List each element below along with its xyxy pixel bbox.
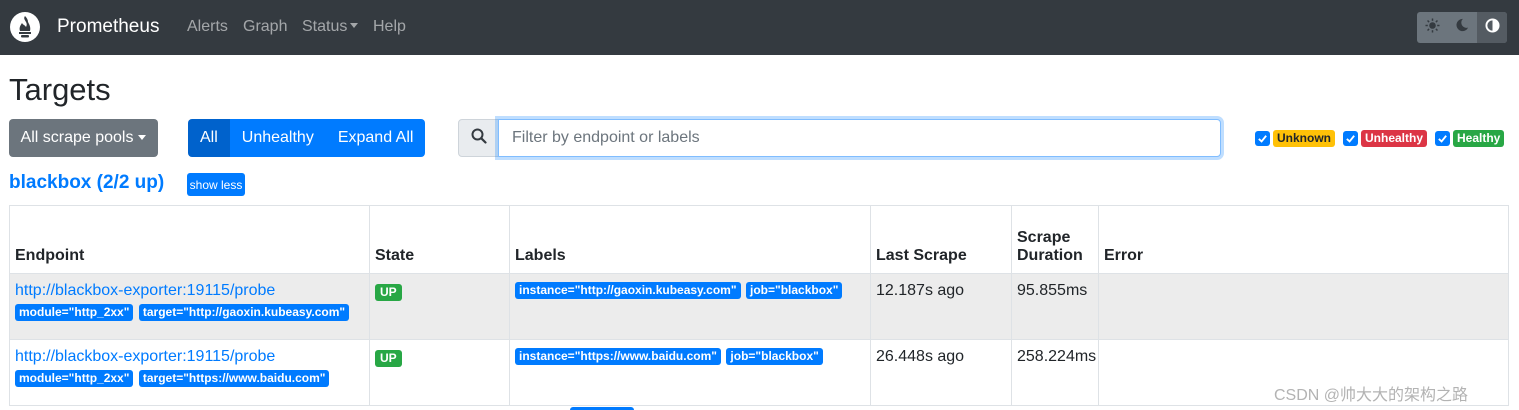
expand-all-button[interactable]: Expand All (325, 119, 426, 157)
chevron-down-icon (138, 134, 147, 140)
last-scrape-cell: 26.448s ago (870, 339, 1012, 406)
search-input[interactable] (498, 119, 1221, 157)
search-addon (458, 119, 499, 157)
targets-table: Endpoint State Labels Last Scrape Scrape… (9, 205, 1509, 406)
watermark: CSDN @帅大大的架构之路 (1274, 387, 1469, 404)
labels-cell: instance="https://www.baidu.com" job="bl… (509, 339, 871, 406)
table-header-row: Endpoint State Labels Last Scrape Scrape… (9, 205, 1509, 274)
label-badge: instance="http://gaoxin.kubeasy.com" (515, 282, 741, 299)
label-badge: instance="https://www.baidu.com" (515, 348, 721, 365)
auto-theme-button[interactable] (1477, 12, 1507, 43)
endpoint-param-badge: target="http://gaoxin.kubeasy.com" (138, 304, 350, 321)
endpoint-link[interactable]: http://blackbox-exporter:19115/probe (15, 281, 364, 300)
filter-unhealthy-button[interactable]: Unhealthy (229, 119, 326, 157)
unhealthy-badge: Unhealthy (1361, 130, 1428, 147)
filter-button-group: All Unhealthy Expand All (188, 119, 426, 157)
endpoint-cell: http://blackbox-exporter:19115/probe mod… (9, 339, 370, 406)
unknown-badge: Unknown (1273, 130, 1335, 147)
endpoint-cell: http://blackbox-exporter:19115/probe mod… (9, 273, 370, 340)
top-navbar: Prometheus Alerts Graph Status Help (0, 0, 1519, 55)
error-cell (1098, 273, 1509, 340)
label-badge: job="blackbox" (746, 282, 843, 299)
legend-healthy[interactable]: Healthy (1435, 130, 1505, 147)
scrape-duration-cell: 258.224ms (1011, 339, 1099, 406)
brand-title[interactable]: Prometheus (57, 16, 159, 38)
half-circle-icon (1484, 17, 1500, 38)
column-header-labels: Labels (509, 205, 871, 274)
table-row: http://blackbox-exporter:19115/probe mod… (9, 273, 1509, 340)
endpoint-param-badge: target="https://www.baidu.com" (138, 370, 330, 387)
endpoint-param-badge: module="http_2xx" (15, 304, 134, 321)
column-header-endpoint: Endpoint (9, 205, 370, 274)
state-cell: UP (369, 339, 510, 406)
column-header-state: State (369, 205, 510, 274)
moon-icon (1455, 18, 1469, 37)
theme-toggle-group (1417, 12, 1507, 43)
state-cell: UP (369, 273, 510, 340)
checkbox-checked-icon[interactable] (1255, 131, 1270, 146)
endpoint-param-badge: module="http_2xx" (15, 370, 134, 387)
column-header-last-scrape: Last Scrape (870, 205, 1012, 274)
light-theme-button[interactable] (1417, 12, 1447, 43)
checkbox-checked-icon[interactable] (1435, 131, 1450, 146)
filter-all-button[interactable]: All (188, 119, 230, 157)
label-badge: job="blackbox" (726, 348, 823, 365)
state-badge: UP (375, 350, 402, 367)
endpoint-link[interactable]: http://blackbox-exporter:19115/probe (15, 347, 364, 366)
scrape-duration-cell: 95.855ms (1011, 273, 1099, 340)
checkbox-checked-icon[interactable] (1343, 131, 1358, 146)
show-less-button[interactable]: show less (187, 173, 245, 196)
labels-cell: instance="http://gaoxin.kubeasy.com" job… (509, 273, 871, 340)
sun-icon (1424, 17, 1440, 38)
column-header-error: Error (1098, 205, 1509, 274)
page-title: Targets (9, 72, 111, 107)
nav-link-help[interactable]: Help (373, 18, 406, 36)
state-badge: UP (375, 284, 402, 301)
nav-link-alerts[interactable]: Alerts (187, 18, 228, 36)
legend-unhealthy[interactable]: Unhealthy (1343, 130, 1428, 147)
nav-link-graph[interactable]: Graph (243, 18, 287, 36)
chevron-down-icon (350, 23, 359, 29)
prometheus-logo-icon[interactable] (9, 11, 41, 43)
legend-unknown[interactable]: Unknown (1255, 130, 1335, 147)
scrape-pools-dropdown[interactable]: All scrape pools (9, 119, 158, 157)
last-scrape-cell: 12.187s ago (870, 273, 1012, 340)
scrape-pools-label: All scrape pools (20, 129, 134, 146)
nav-link-status-label: Status (302, 18, 348, 35)
column-header-scrape-duration: Scrape Duration (1011, 205, 1099, 274)
pool-title-link[interactable]: blackbox (2/2 up) (9, 172, 164, 194)
healthy-badge: Healthy (1453, 130, 1505, 147)
dark-theme-button[interactable] (1447, 12, 1477, 43)
nav-link-status[interactable]: Status (302, 18, 359, 36)
search-icon (471, 128, 487, 149)
